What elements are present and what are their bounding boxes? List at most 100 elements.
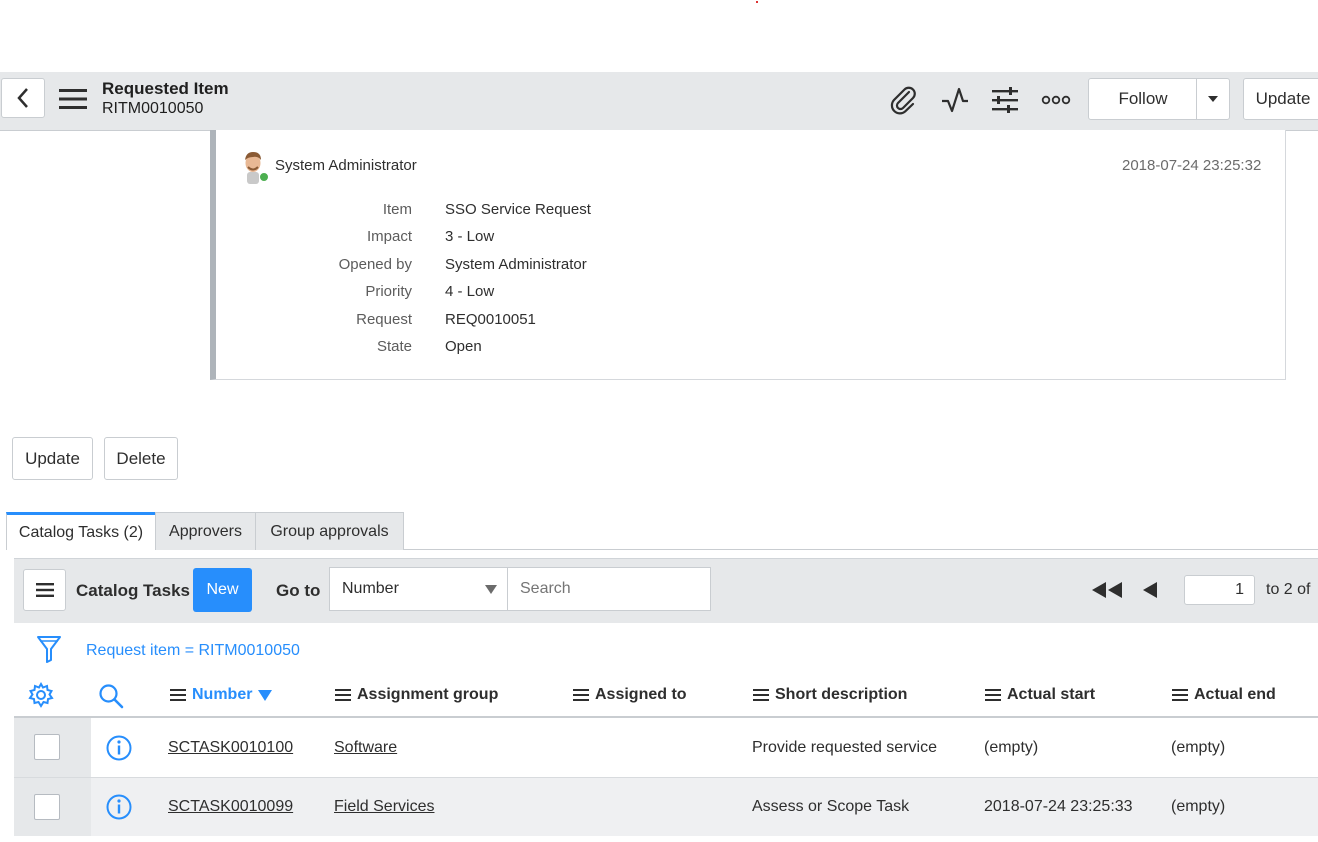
search-icon — [99, 684, 124, 709]
row-assignment-group-link[interactable]: Software — [334, 739, 397, 757]
field-value: System Administrator — [445, 256, 587, 273]
column-label: Assignment group — [357, 686, 499, 703]
record-number: RITM0010050 — [102, 100, 204, 117]
row-number-link[interactable]: SCTASK0010099 — [168, 798, 293, 816]
field-value: 3 - Low — [445, 228, 495, 245]
row-actual-start: (empty) — [984, 739, 1039, 756]
new-button[interactable]: New — [193, 568, 252, 612]
record-type-title: Requested Item — [102, 79, 229, 98]
activity-timestamp: 2018-07-24 23:25:32 — [1122, 157, 1262, 174]
row-checkbox[interactable] — [34, 794, 60, 820]
column-header-actual-end[interactable]: Actual end — [1172, 686, 1276, 704]
goto-field-value: Number — [342, 580, 399, 597]
column-label: Actual start — [1007, 686, 1096, 703]
list-title: Catalog Tasks — [76, 581, 191, 600]
back-button[interactable] — [1, 78, 45, 118]
row-checkbox[interactable] — [34, 734, 60, 760]
activity-entry-card: System Administrator 2018-07-24 23:25:32… — [210, 130, 1286, 380]
paperclip-icon — [890, 86, 916, 115]
column-menu-icon — [573, 689, 589, 701]
ellipsis-icon — [1041, 95, 1071, 105]
list-settings-button[interactable] — [28, 682, 54, 708]
field-label: Request — [356, 311, 412, 328]
field-value: 4 - Low — [445, 283, 495, 300]
search-input[interactable] — [507, 567, 711, 611]
delete-button[interactable]: Delete — [104, 437, 178, 480]
first-page-button[interactable] — [1090, 579, 1124, 601]
column-menu-icon — [1172, 689, 1188, 701]
preview-record-button[interactable] — [105, 793, 133, 821]
tab-approvers[interactable]: Approvers — [155, 512, 256, 550]
info-icon — [106, 735, 132, 761]
row-assignment-group-link[interactable]: Field Services — [334, 798, 434, 816]
avatar — [238, 150, 269, 184]
pulse-icon — [942, 87, 968, 113]
page-range-text: to 2 of — [1266, 581, 1311, 598]
marker-dot — [756, 1, 758, 3]
form-header: Requested Item RITM0010050 Follow Update — [0, 72, 1318, 131]
double-chevron-left-icon — [1092, 582, 1122, 598]
activity-stream-button[interactable] — [938, 84, 972, 116]
column-search-button[interactable] — [97, 682, 125, 710]
sliders-icon — [992, 87, 1018, 113]
table-row: SCTASK0010100 Software Provide requested… — [14, 718, 1318, 778]
filter-breadcrumb[interactable]: Request item = RITM0010050 — [86, 642, 300, 660]
funnel-icon — [37, 636, 61, 663]
tab-group-approvals[interactable]: Group approvals — [255, 512, 404, 550]
update-button[interactable]: Update — [12, 437, 93, 480]
column-menu-icon — [335, 689, 351, 701]
list-context-menu-button[interactable] — [23, 569, 66, 611]
column-header-actual-start[interactable]: Actual start — [985, 686, 1095, 704]
field-value: SSO Service Request — [445, 201, 591, 218]
tab-catalog-tasks[interactable]: Catalog Tasks (2) — [6, 512, 156, 550]
filter-toggle-button[interactable] — [34, 633, 64, 665]
field-label: Opened by — [338, 256, 412, 273]
field-label: Impact — [366, 228, 412, 245]
online-status-dot — [259, 172, 269, 182]
chevron-left-icon — [17, 88, 28, 108]
follow-dropdown-button[interactable] — [1196, 78, 1230, 120]
attachment-button[interactable] — [888, 84, 920, 116]
field-value: REQ0010051 — [445, 311, 536, 328]
context-menu-button[interactable] — [58, 86, 88, 112]
column-header-assigned-to[interactable]: Assigned to — [573, 686, 687, 704]
row-number-link[interactable]: SCTASK0010100 — [168, 739, 293, 757]
sort-descending-icon — [258, 689, 273, 701]
header-update-button[interactable]: Update — [1243, 78, 1318, 120]
row-actual-end: (empty) — [1171, 798, 1226, 815]
more-options-button[interactable] — [1040, 86, 1072, 114]
follow-button[interactable]: Follow — [1088, 78, 1198, 120]
previous-page-button[interactable] — [1140, 579, 1160, 601]
column-label: Assigned to — [595, 686, 687, 703]
row-actual-end: (empty) — [1171, 739, 1226, 756]
goto-label: Go to — [276, 581, 321, 600]
table-row: SCTASK0010099 Field Services Assess or S… — [14, 778, 1318, 836]
column-menu-icon — [170, 689, 186, 701]
preview-record-button[interactable] — [105, 734, 133, 762]
info-icon — [106, 794, 132, 820]
row-actual-start: 2018-07-24 23:25:33 — [984, 798, 1133, 815]
field-label: State — [376, 338, 412, 355]
column-menu-icon — [985, 689, 1001, 701]
personalize-form-button[interactable] — [988, 84, 1022, 116]
caret-down-icon — [485, 585, 497, 594]
hamburger-icon — [35, 583, 54, 597]
column-header-short-description[interactable]: Short description — [753, 686, 907, 704]
hamburger-icon — [59, 89, 87, 109]
goto-field-select[interactable]: Number — [329, 567, 508, 611]
caret-down-icon — [1208, 96, 1218, 102]
column-label: Number — [192, 686, 253, 703]
gear-icon — [28, 682, 54, 708]
row-short-description: Assess or Scope Task — [752, 798, 910, 815]
list-toolbar: Catalog Tasks New Go to Number to 2 of — [14, 558, 1318, 623]
page-number-input[interactable] — [1184, 575, 1255, 605]
column-menu-icon — [753, 689, 769, 701]
column-header-assignment-group[interactable]: Assignment group — [335, 686, 498, 704]
field-label: Priority — [365, 283, 412, 300]
row-short-description: Provide requested service — [752, 739, 937, 756]
column-label: Actual end — [1194, 686, 1276, 703]
field-value: Open — [445, 338, 482, 355]
column-header-number[interactable]: Number — [170, 686, 273, 704]
chevron-left-icon — [1143, 582, 1157, 598]
activity-author: System Administrator — [275, 157, 417, 174]
